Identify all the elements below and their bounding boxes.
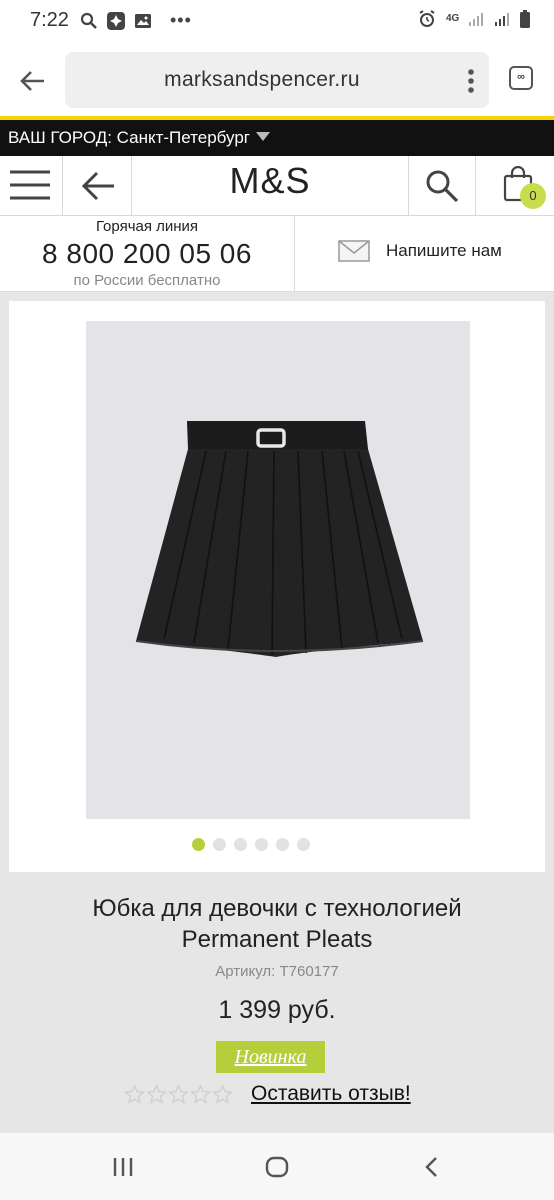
back-nav-icon[interactable] xyxy=(421,1155,445,1179)
contact-strip: Горячая линия 8 800 200 05 06 по России … xyxy=(0,216,554,292)
star-icon[interactable] xyxy=(168,1084,189,1105)
rating-stars[interactable] xyxy=(124,1084,233,1105)
product-sku: Артикул: T760177 xyxy=(215,963,339,980)
alarm-icon xyxy=(419,10,435,27)
recent-apps-icon[interactable] xyxy=(111,1155,135,1179)
home-icon[interactable] xyxy=(265,1155,289,1179)
browser-menu-icon[interactable] xyxy=(467,68,475,94)
write-us-label[interactable]: Напишите нам xyxy=(386,241,502,261)
back-arrow-icon[interactable] xyxy=(80,168,116,204)
gallery-dot[interactable] xyxy=(297,838,310,851)
gallery-pagination xyxy=(0,838,545,851)
product-price: 1 399 руб. xyxy=(218,996,336,1024)
back-arrow-icon[interactable] xyxy=(14,62,52,100)
status-time: 7:22 xyxy=(30,9,69,31)
product-image[interactable] xyxy=(86,321,470,819)
new-badge[interactable]: Новинка xyxy=(216,1041,325,1073)
address-bar[interactable]: marksandspencer.ru xyxy=(65,52,489,108)
product-gallery[interactable] xyxy=(9,301,545,872)
status-bar: 7:22 ••• 4G xyxy=(0,0,554,44)
network-type: 4G xyxy=(446,13,460,24)
gallery-dot[interactable] xyxy=(255,838,268,851)
contact-divider xyxy=(294,216,295,292)
browser-toolbar: marksandspencer.ru ∞ xyxy=(0,44,554,116)
app-notification-icon xyxy=(107,11,125,30)
notification-icons: ••• xyxy=(80,10,192,31)
tabs-button[interactable]: ∞ xyxy=(509,66,533,90)
search-notification-icon xyxy=(80,12,97,29)
star-icon[interactable] xyxy=(212,1084,233,1105)
signal-icon xyxy=(469,13,483,26)
city-label[interactable]: ВАШ ГОРОД: Санкт-Петербург xyxy=(8,128,250,147)
search-icon[interactable] xyxy=(424,168,460,204)
site-header: M&S xyxy=(0,156,554,216)
site-logo[interactable]: M&S xyxy=(132,160,408,202)
hotline-note: по России бесплатно xyxy=(73,272,221,289)
hotline-phone[interactable]: 8 800 200 05 06 xyxy=(0,238,294,270)
hotline-title: Горячая линия xyxy=(95,218,199,235)
gallery-dot[interactable] xyxy=(234,838,247,851)
battery-icon xyxy=(520,10,530,28)
product-title: Юбка для девочки с технологией Permanent… xyxy=(92,895,462,953)
cart-count-badge[interactable]: 0 xyxy=(520,183,546,209)
star-icon[interactable] xyxy=(124,1084,145,1105)
write-us-button[interactable]: Напишите нам xyxy=(338,240,502,262)
more-notifications-icon: ••• xyxy=(170,10,192,30)
gallery-dot[interactable] xyxy=(192,838,205,851)
hotline-block[interactable]: Горячая линия 8 800 200 05 06 по России … xyxy=(0,216,294,292)
star-icon[interactable] xyxy=(146,1084,167,1105)
city-selector[interactable]: ВАШ ГОРОД: Санкт-Петербург xyxy=(0,120,554,156)
gallery-dot[interactable] xyxy=(276,838,289,851)
nav-divider xyxy=(62,156,63,215)
gallery-dot[interactable] xyxy=(213,838,226,851)
skirt-image xyxy=(135,421,424,657)
system-icons: 4G xyxy=(418,10,530,28)
caret-down-icon xyxy=(256,132,270,141)
signal-icon-2 xyxy=(495,13,509,26)
nav-divider xyxy=(475,156,476,215)
write-review-link[interactable]: Оставить отзыв! xyxy=(251,1082,411,1106)
system-nav-bar xyxy=(0,1133,554,1200)
url-text[interactable]: marksandspencer.ru xyxy=(65,68,459,92)
gallery-notification-icon xyxy=(135,13,151,28)
star-icon[interactable] xyxy=(190,1084,211,1105)
nav-divider xyxy=(408,156,409,215)
envelope-icon xyxy=(338,240,370,262)
hamburger-menu-icon[interactable] xyxy=(8,169,52,201)
